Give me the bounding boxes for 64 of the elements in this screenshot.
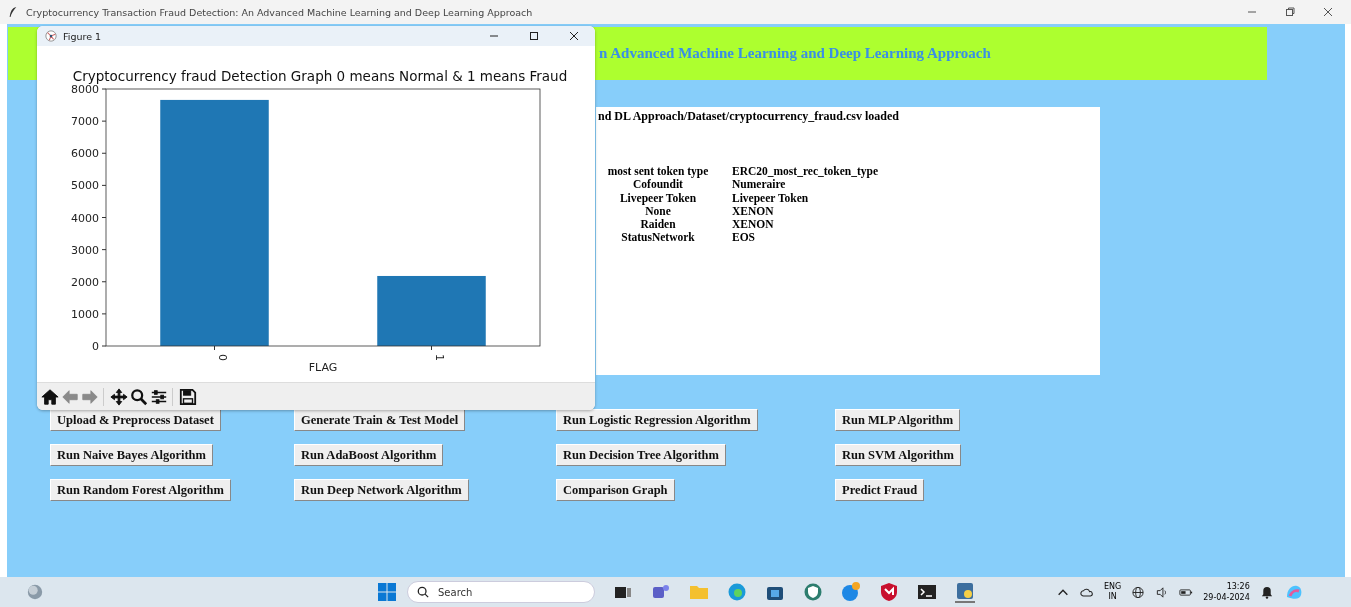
maximize-icon[interactable] [529,31,539,41]
zoom-icon[interactable] [130,387,148,406]
y-tick-label: 4000 [71,211,99,225]
table-header: most sent token type [606,165,710,179]
table-cell-text: Numeraire [731,178,787,192]
action-button[interactable]: Predict Fraud [835,479,925,501]
table-cell-text: Livepeer Token [731,191,810,205]
home-icon[interactable] [41,387,59,406]
table-cell-text: XENON [731,204,774,219]
figure-title: Figure 1 [63,30,102,42]
search-icon [417,586,429,598]
table-cell-text: XENON [731,218,775,232]
action-button[interactable]: Generate Train & Test Model [294,409,466,431]
table-header: ERC20_most_rec_token_type [731,165,879,179]
app-heading: n Advanced Machine Learning and Deep Learning Approach [599,45,991,62]
language-indicator[interactable]: IN [1108,592,1117,602]
shield-icon[interactable] [803,582,823,602]
action-button[interactable]: Run Naive Bayes Algorithm [50,444,213,466]
restore-icon[interactable] [1285,7,1295,17]
close-icon[interactable] [1323,7,1333,17]
y-tick-label: 0 [92,340,99,353]
action-button[interactable]: Upload & Preprocess Dataset [50,409,221,431]
y-tick-label: 1000 [71,307,99,321]
table-cell-text: Cofoundit [632,178,684,192]
clock-date[interactable]: 29-04-2024 [1203,592,1250,603]
close-icon[interactable] [569,31,579,41]
action-button[interactable]: Run Decision Tree Algorithm [556,444,726,466]
table-cell-text: None [645,204,672,219]
sliders-icon[interactable] [150,387,168,406]
start-icon[interactable] [377,582,397,602]
save-icon[interactable] [179,387,197,406]
action-button[interactable]: Run Logistic Regression Algorithm [556,409,758,431]
y-tick-label: 2000 [71,275,99,289]
feather-icon [8,6,18,18]
x-axis-label: FLAG [308,361,338,374]
action-button[interactable]: Run Deep Network Algorithm [294,479,469,501]
clock-time[interactable]: 13:26 [1226,581,1250,592]
x-tick-label: 1 [432,354,446,361]
action-button[interactable]: Run SVM Algorithm [835,444,961,466]
action-button[interactable]: Comparison Graph [556,479,675,501]
shield-icon[interactable] [879,582,899,602]
table-cell-text: EOS [731,231,756,245]
y-tick-label: 5000 [71,179,99,193]
action-button[interactable]: Run Random Forest Algorithm [50,479,231,501]
y-tick-label: 8000 [71,83,99,96]
table-cell-text: Livepeer Token [618,191,698,205]
help-icon[interactable] [841,582,861,602]
chart-title: Cryptocurrency fraud Detection Graph 0 means Normal & 1 means Fraud [72,68,568,84]
y-tick-label: 7000 [71,115,99,129]
x-tick-label: 0 [215,354,229,361]
search-field[interactable]: Search [407,581,595,603]
y-tick-label: 6000 [71,147,99,161]
table-cell-text: Raiden [639,218,677,232]
move-icon[interactable] [110,387,128,406]
bell-icon[interactable] [1259,585,1274,599]
action-button[interactable]: Run MLP Algorithm [835,409,961,431]
terminal-icon[interactable] [917,582,937,602]
globe-icon[interactable] [1131,585,1146,599]
window-title: Cryptocurrency Transaction Fraud Detection: An Advanced Machine Learning and Deep Learning Approach [26,6,533,18]
status-line: nd DL Approach/Dataset/cryptocurrency_fraud.csv loaded [598,109,900,124]
y-tick-label: 3000 [71,243,99,257]
language-indicator[interactable]: ENG [1104,582,1122,592]
table-cell-text: StatusNetwork [620,231,696,245]
action-button[interactable]: Run AdaBoost Algorithm [294,444,444,466]
